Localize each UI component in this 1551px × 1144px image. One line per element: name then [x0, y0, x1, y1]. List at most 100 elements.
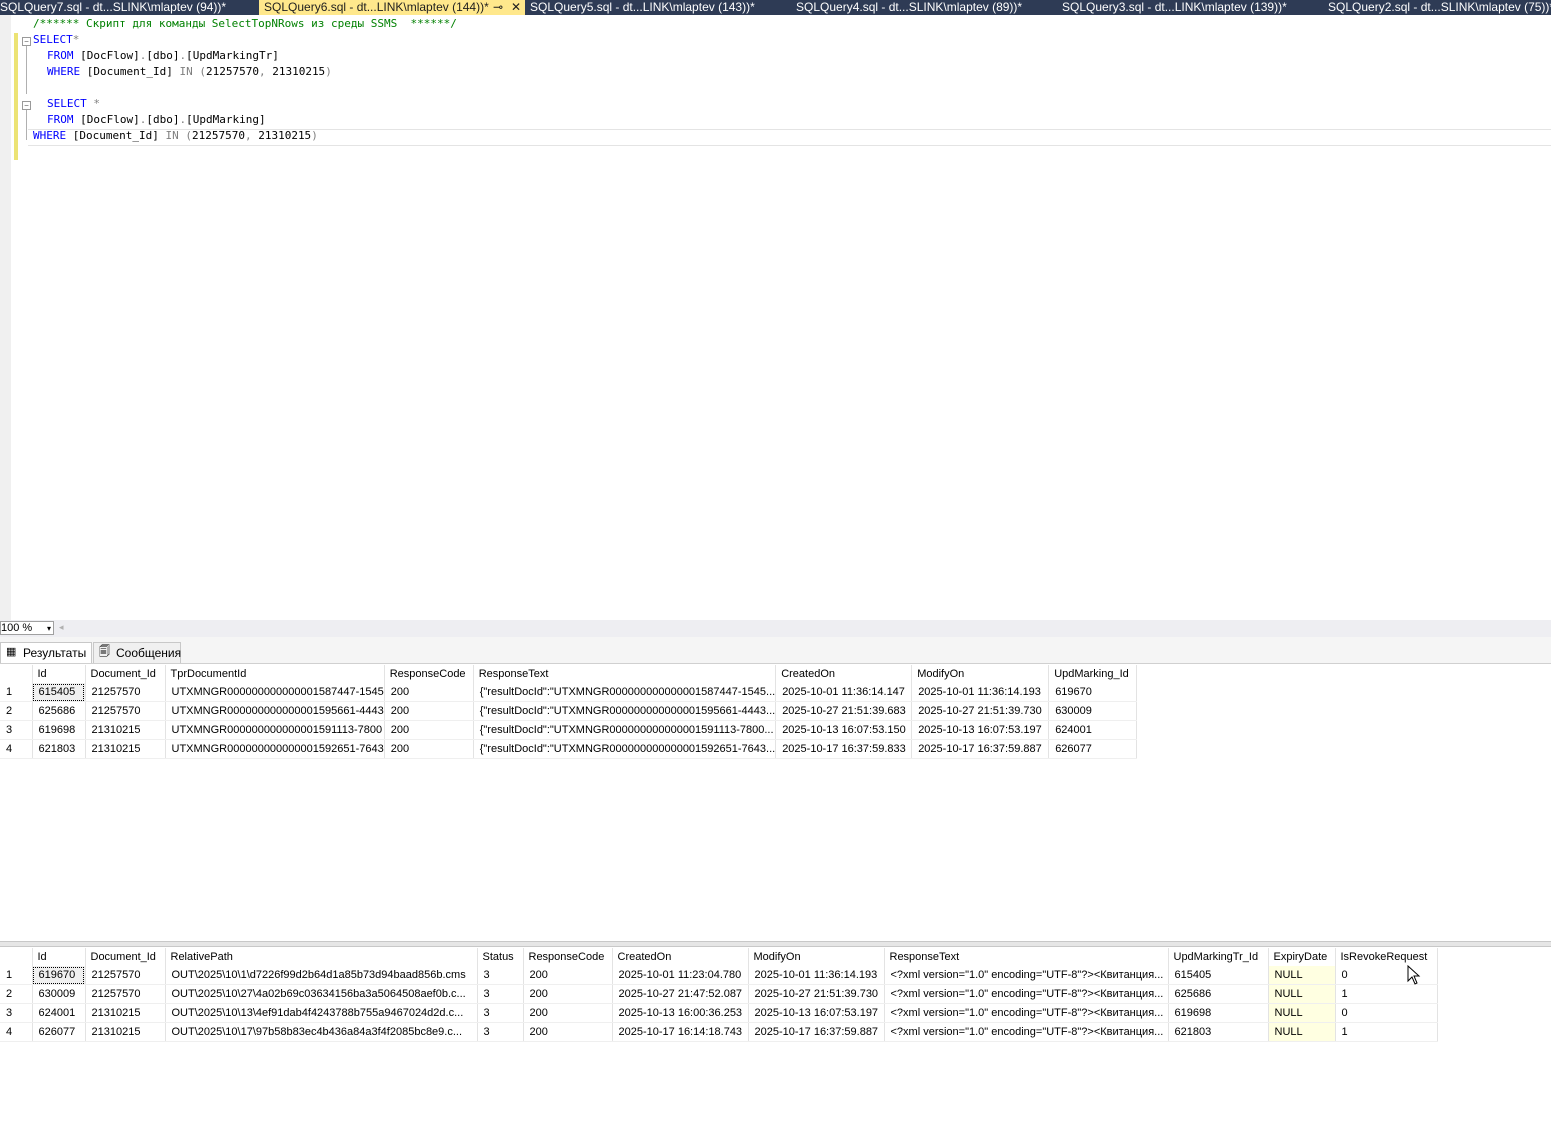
column-header[interactable]: CreatedOn: [612, 948, 749, 966]
table-row[interactable]: 1 615405 21257570 UTXMNGR000000000000001…: [0, 683, 1138, 702]
table-cell[interactable]: UTXMNGR000000000000001595661-4443: [165, 701, 385, 721]
table-cell[interactable]: 619670: [1048, 683, 1138, 702]
table-cell[interactable]: 1: [1335, 984, 1438, 1004]
results-grid-2[interactable]: Id Document_Id RelativePath Status Respo…: [0, 948, 1438, 1042]
column-header[interactable]: UpdMarking_Id: [1048, 665, 1138, 683]
row-number[interactable]: 4: [0, 1022, 33, 1042]
table-cell[interactable]: 615405: [1168, 966, 1269, 985]
table-cell[interactable]: <?xml version="1.0" encoding="UTF-8"?><К…: [884, 966, 1169, 985]
table-cell[interactable]: 21257570: [85, 701, 166, 721]
table-cell[interactable]: 2025-10-13 16:07:53.150: [775, 720, 913, 740]
tab-sqlquery5[interactable]: SQLQuery5.sql - dt...LINK\mlaptev (143))…: [530, 0, 792, 15]
null-cell[interactable]: NULL: [1268, 984, 1336, 1004]
table-cell[interactable]: 625686: [32, 701, 86, 721]
table-row[interactable]: 3 624001 21310215 OUT\2025\10\13\4ef91da…: [0, 1003, 1438, 1023]
table-cell[interactable]: 625686: [1168, 984, 1269, 1004]
row-number[interactable]: 1: [0, 683, 33, 702]
close-icon[interactable]: ✕: [511, 0, 521, 15]
table-cell[interactable]: 2025-10-01 11:36:14.147: [775, 683, 913, 702]
column-header[interactable]: ResponseCode: [384, 665, 474, 683]
table-cell[interactable]: 626077: [1048, 739, 1138, 759]
table-cell[interactable]: 619698: [1168, 1003, 1269, 1023]
table-cell[interactable]: UTXMNGR000000000000001591113-7800: [165, 720, 385, 740]
tab-sqlquery7[interactable]: SQLQuery7.sql - dt...SLINK\mlaptev (94))…: [0, 0, 255, 15]
table-cell[interactable]: 2025-10-01 11:23:04.780: [612, 966, 749, 985]
column-header[interactable]: ModifyOn: [748, 948, 885, 966]
collapse-icon[interactable]: −: [22, 37, 31, 46]
column-header[interactable]: Id: [32, 948, 86, 966]
tab-messages[interactable]: 🗐 Сообщения: [93, 642, 181, 663]
table-cell[interactable]: 1: [1335, 1022, 1438, 1042]
row-number-header[interactable]: [0, 948, 33, 966]
table-cell[interactable]: <?xml version="1.0" encoding="UTF-8"?><К…: [884, 1022, 1169, 1042]
table-cell[interactable]: OUT\2025\10\1\d7226f99d2b64d1a85b73d94ba…: [165, 966, 478, 985]
table-row[interactable]: 3 619698 21310215 UTXMNGR000000000000001…: [0, 720, 1138, 740]
table-cell[interactable]: {"resultDocId":"UTXMNGR00000000000000158…: [473, 683, 777, 702]
table-cell[interactable]: 200: [523, 984, 613, 1004]
table-cell[interactable]: 2025-10-27 21:51:39.730: [911, 701, 1050, 721]
results-grid-1[interactable]: Id Document_Id TprDocumentId ResponseCod…: [0, 665, 1138, 759]
table-cell[interactable]: 2025-10-17 16:37:59.887: [911, 739, 1050, 759]
table-cell[interactable]: 2025-10-13 16:00:36.253: [612, 1003, 749, 1023]
row-number[interactable]: 2: [0, 701, 33, 721]
table-cell[interactable]: 624001: [32, 1003, 86, 1023]
row-number[interactable]: 4: [0, 739, 33, 759]
column-header[interactable]: UpdMarkingTr_Id: [1168, 948, 1269, 966]
column-header[interactable]: CreatedOn: [775, 665, 913, 683]
row-number[interactable]: 3: [0, 1003, 33, 1023]
row-number[interactable]: 3: [0, 720, 33, 740]
query-editor[interactable]: − − /****** Скрипт для команды SelectTop…: [0, 15, 1551, 620]
grid-splitter[interactable]: [0, 941, 1551, 947]
zoom-dropdown[interactable]: 100 % ▾: [0, 621, 54, 635]
column-header[interactable]: Document_Id: [85, 665, 166, 683]
table-cell[interactable]: <?xml version="1.0" encoding="UTF-8"?><К…: [884, 1003, 1169, 1023]
table-cell[interactable]: 2025-10-17 16:37:59.887: [748, 1022, 885, 1042]
table-row[interactable]: 4 626077 21310215 OUT\2025\10\17\97b58b8…: [0, 1022, 1438, 1042]
scroll-left-icon[interactable]: ◂: [59, 622, 64, 633]
tab-sqlquery4[interactable]: SQLQuery4.sql - dt...SLINK\mlaptev (89))…: [796, 0, 1058, 15]
table-cell[interactable]: 619670: [32, 966, 86, 985]
table-cell[interactable]: 615405: [32, 683, 86, 702]
table-cell[interactable]: {"resultDocId":"UTXMNGR00000000000000159…: [473, 720, 777, 740]
table-cell[interactable]: 619698: [32, 720, 86, 740]
row-number-header[interactable]: [0, 665, 33, 683]
table-cell[interactable]: 2025-10-01 11:36:14.193: [911, 683, 1050, 702]
table-cell[interactable]: 21310215: [85, 1003, 166, 1023]
table-cell[interactable]: 621803: [1168, 1022, 1269, 1042]
tab-sqlquery2[interactable]: SQLQuery2.sql - dt...SLINK\mlaptev (75))…: [1328, 0, 1551, 15]
table-cell[interactable]: 3: [477, 966, 524, 985]
null-cell[interactable]: NULL: [1268, 966, 1336, 985]
table-cell[interactable]: 21257570: [85, 683, 166, 702]
column-header[interactable]: TprDocumentId: [165, 665, 385, 683]
tab-sqlquery6[interactable]: SQLQuery6.sql - dt...LINK\mlaptev (144))…: [259, 0, 525, 15]
table-cell[interactable]: {"resultDocId":"UTXMNGR00000000000000159…: [473, 739, 777, 759]
table-row[interactable]: 1 619670 21257570 OUT\2025\10\1\d7226f99…: [0, 966, 1438, 985]
column-header[interactable]: ModifyOn: [911, 665, 1050, 683]
table-cell[interactable]: 21310215: [85, 720, 166, 740]
table-cell[interactable]: UTXMNGR000000000000001592651-7643: [165, 739, 385, 759]
table-cell[interactable]: 200: [384, 720, 474, 740]
table-cell[interactable]: 2025-10-27 21:47:52.087: [612, 984, 749, 1004]
table-cell[interactable]: 200: [384, 701, 474, 721]
column-header[interactable]: ResponseText: [884, 948, 1169, 966]
table-cell[interactable]: 3: [477, 1022, 524, 1042]
tab-results[interactable]: ▦ Результаты: [0, 642, 92, 663]
table-cell[interactable]: 2025-10-27 21:51:39.730: [748, 984, 885, 1004]
collapse-icon[interactable]: −: [22, 101, 31, 110]
table-cell[interactable]: OUT\2025\10\17\97b58b83ec4b436a84a3f4f20…: [165, 1022, 478, 1042]
pin-icon[interactable]: ⊸: [493, 0, 503, 15]
column-header[interactable]: ResponseText: [473, 665, 777, 683]
table-cell[interactable]: 200: [523, 1003, 613, 1023]
table-cell[interactable]: 21310215: [85, 1022, 166, 1042]
column-header[interactable]: Document_Id: [85, 948, 166, 966]
table-cell[interactable]: 200: [384, 683, 474, 702]
table-cell[interactable]: 630009: [1048, 701, 1138, 721]
table-cell[interactable]: OUT\2025\10\27\4a02b69c03634156ba3a50645…: [165, 984, 478, 1004]
table-cell[interactable]: 2025-10-17 16:37:59.833: [775, 739, 913, 759]
column-header[interactable]: ResponseCode: [523, 948, 613, 966]
column-header[interactable]: IsRevokeRequest: [1335, 948, 1438, 966]
table-row[interactable]: 2 630009 21257570 OUT\2025\10\27\4a02b69…: [0, 984, 1438, 1004]
null-cell[interactable]: NULL: [1268, 1003, 1336, 1023]
column-header[interactable]: RelativePath: [165, 948, 478, 966]
table-cell[interactable]: UTXMNGR000000000000001587447-1545: [165, 683, 385, 702]
